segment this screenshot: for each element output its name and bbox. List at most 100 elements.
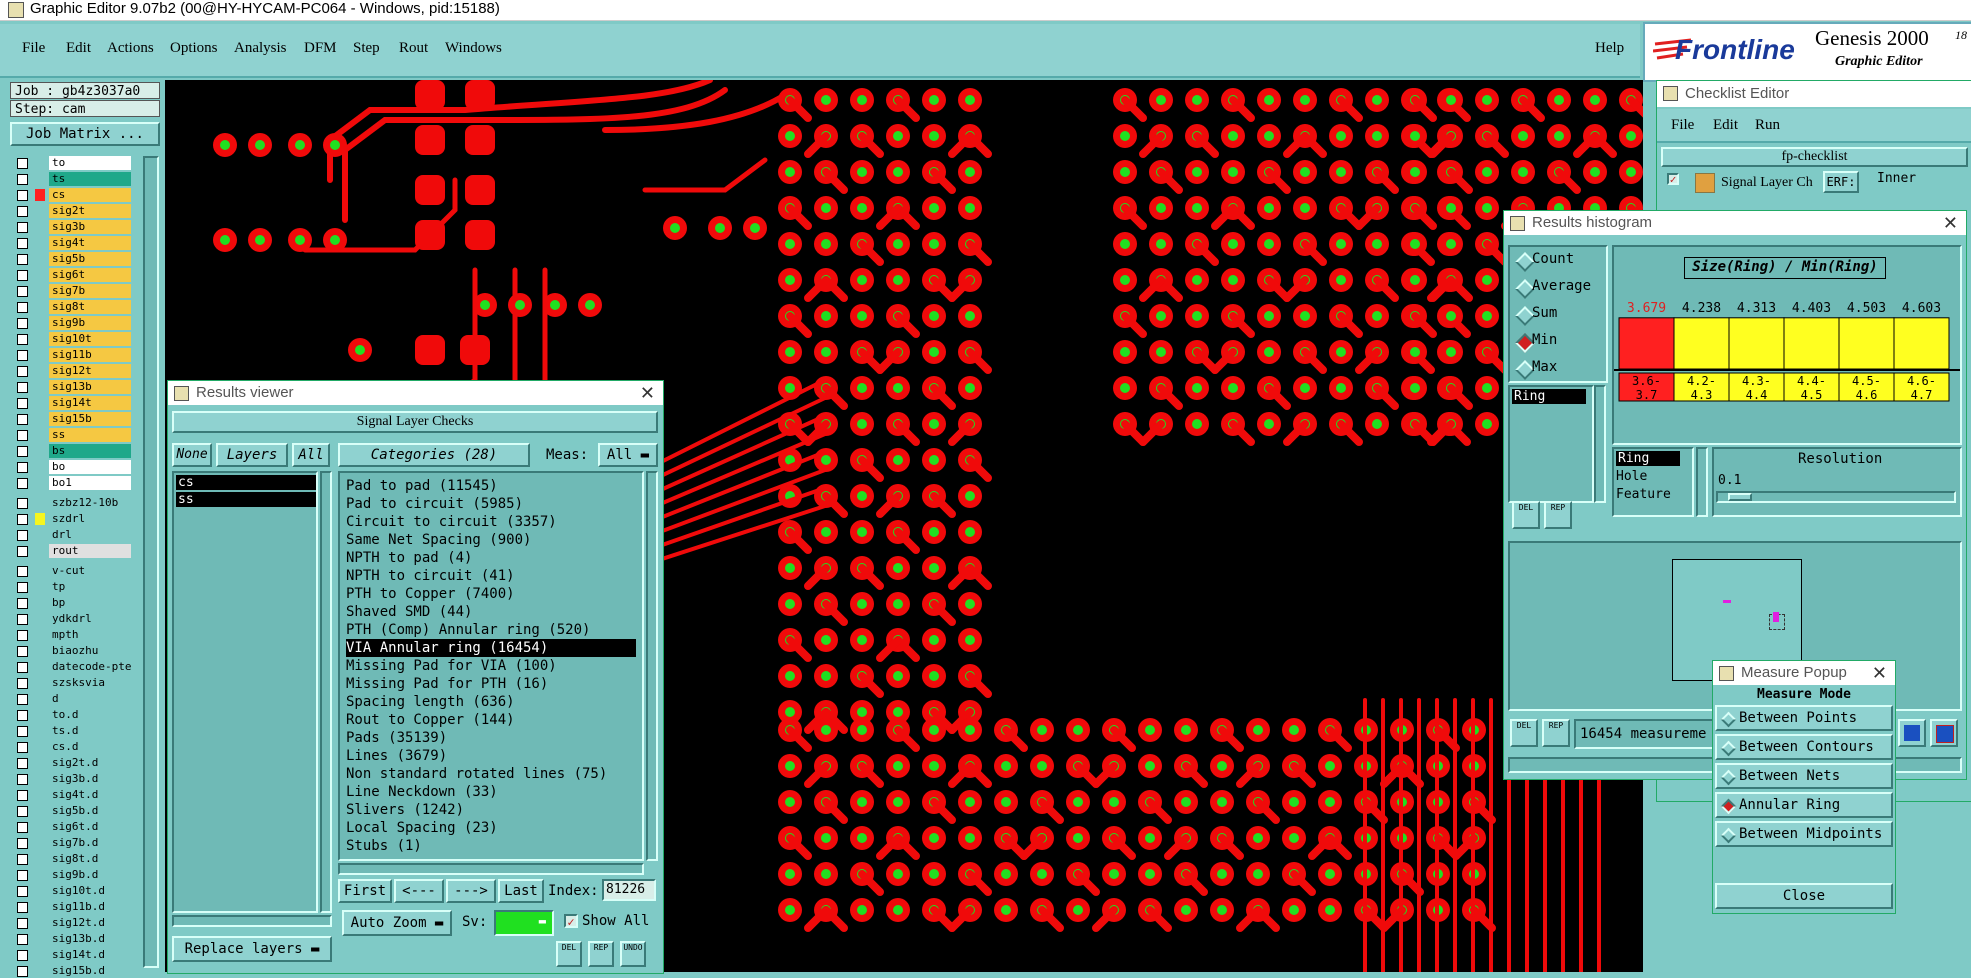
- layer-name[interactable]: ss: [49, 428, 131, 442]
- layer-name[interactable]: to.d: [49, 708, 131, 722]
- resolution-slider[interactable]: [1716, 491, 1956, 503]
- all-button[interactable]: All: [292, 443, 330, 467]
- category-item[interactable]: Slivers (1242): [346, 801, 464, 819]
- layer-checkbox[interactable]: [17, 598, 28, 609]
- replace-layers-dropdown[interactable]: Replace layers ▬: [172, 936, 332, 962]
- layer-name[interactable]: sig15b: [49, 412, 131, 426]
- layer-row[interactable]: bs: [12, 444, 131, 458]
- del-button[interactable]: DEL: [556, 941, 582, 967]
- layer-row[interactable]: sig4t: [12, 236, 131, 250]
- layer-name[interactable]: d: [49, 692, 131, 706]
- category-item[interactable]: Missing Pad for PTH (16): [346, 675, 548, 693]
- category-item[interactable]: Stubs (1): [346, 837, 422, 855]
- layer-checkbox[interactable]: [17, 222, 28, 233]
- layer-row[interactable]: d: [12, 692, 131, 706]
- layer-row[interactable]: sig3b.d: [12, 772, 131, 786]
- layer-name[interactable]: sig6t: [49, 268, 131, 282]
- layer-checkbox[interactable]: [17, 302, 28, 313]
- rep-button[interactable]: REP: [1544, 501, 1572, 529]
- layer-checkbox[interactable]: [17, 430, 28, 441]
- layer-checkbox[interactable]: [17, 286, 28, 297]
- layer-name[interactable]: sig5b: [49, 252, 131, 266]
- layer-row[interactable]: sig12t: [12, 364, 131, 378]
- menu-dfm[interactable]: DFM: [304, 40, 337, 57]
- layer-checkbox[interactable]: [17, 206, 28, 217]
- checklist-row-checkbox[interactable]: ✓: [1667, 173, 1679, 185]
- layer-row[interactable]: sig8t.d: [12, 852, 131, 866]
- layer-scrollbar[interactable]: [143, 156, 159, 968]
- menu-rout[interactable]: Rout: [399, 40, 428, 57]
- list-item[interactable]: cs: [176, 475, 316, 490]
- layer-name[interactable]: v-cut: [49, 564, 131, 578]
- categories-button[interactable]: Categories (28): [338, 443, 530, 467]
- layer-checkbox[interactable]: [17, 398, 28, 409]
- layer-row[interactable]: biaozhu: [12, 644, 131, 658]
- layer-checkbox[interactable]: [17, 886, 28, 897]
- layer-name[interactable]: mpth: [49, 628, 131, 642]
- layer-name[interactable]: sig9b.d: [49, 868, 131, 882]
- layer-name[interactable]: rout: [49, 544, 131, 558]
- category-item[interactable]: Pads (35139): [346, 729, 447, 747]
- layer-checkbox[interactable]: [17, 678, 28, 689]
- layer-name[interactable]: sig7b: [49, 284, 131, 298]
- layer-row[interactable]: sig10t.d: [12, 884, 131, 898]
- layer-name[interactable]: sig12t.d: [49, 916, 131, 930]
- layer-checkbox[interactable]: [17, 822, 28, 833]
- layer-row[interactable]: v-cut: [12, 564, 131, 578]
- layer-row[interactable]: sig15b.d: [12, 964, 131, 978]
- attribute-list-2[interactable]: Ring Hole Feature: [1612, 447, 1694, 517]
- layer-row[interactable]: sig3b: [12, 220, 131, 234]
- histogram-bar[interactable]: [1728, 317, 1785, 370]
- layer-row[interactable]: sig10t: [12, 332, 131, 346]
- layer-name[interactable]: ts.d: [49, 724, 131, 738]
- job-matrix-button[interactable]: Job Matrix ...: [10, 122, 160, 146]
- layer-name[interactable]: drl: [49, 528, 131, 542]
- list-item[interactable]: Feature: [1616, 487, 1671, 502]
- histogram-bar[interactable]: [1673, 317, 1730, 370]
- layer-row[interactable]: sig9b.d: [12, 868, 131, 882]
- layer-name[interactable]: bo: [49, 460, 131, 474]
- layer-row[interactable]: to: [12, 156, 131, 170]
- layer-row[interactable]: sig7b.d: [12, 836, 131, 850]
- layer-name[interactable]: to: [49, 156, 131, 170]
- measure-mode-radio[interactable]: [1720, 740, 1737, 757]
- layer-checkbox[interactable]: [17, 514, 28, 525]
- layer-name[interactable]: biaozhu: [49, 644, 131, 658]
- layer-checkbox[interactable]: [17, 414, 28, 425]
- layer-row[interactable]: sig7b: [12, 284, 131, 298]
- histogram-hscroll[interactable]: [1614, 425, 1960, 435]
- attribute-list[interactable]: Ring: [1508, 385, 1594, 503]
- histogram-bar[interactable]: [1618, 317, 1675, 370]
- del-button-2[interactable]: DEL: [1510, 719, 1538, 747]
- layer-checkbox[interactable]: [17, 646, 28, 657]
- histogram-bar[interactable]: [1893, 317, 1950, 370]
- layers-button[interactable]: Layers: [216, 443, 288, 467]
- layer-row[interactable]: szsksvia: [12, 676, 131, 690]
- rep-button[interactable]: REP: [588, 941, 614, 967]
- layer-checkbox[interactable]: [17, 918, 28, 929]
- prev-button[interactable]: <---: [394, 879, 444, 903]
- layer-checkbox[interactable]: [17, 462, 28, 473]
- measure-mode-radio[interactable]: [1720, 711, 1737, 728]
- measure-mode-radio[interactable]: [1720, 769, 1737, 786]
- menu-actions[interactable]: Actions: [107, 40, 154, 57]
- close-icon[interactable]: ✕: [640, 381, 655, 405]
- layer-name[interactable]: bo1: [49, 476, 131, 490]
- sv-color-dropdown[interactable]: ▬: [494, 910, 554, 936]
- show-all-checkbox[interactable]: ✓: [564, 914, 578, 928]
- measure-mode-option[interactable]: Between Points: [1715, 705, 1893, 731]
- attribute-scrollbar[interactable]: [1594, 385, 1606, 503]
- layer-name[interactable]: sig12t: [49, 364, 131, 378]
- layer-row[interactable]: sig5b: [12, 252, 131, 266]
- histogram-bar[interactable]: [1783, 317, 1840, 370]
- layer-row[interactable]: sig15b: [12, 412, 131, 426]
- layer-row[interactable]: sig11b.d: [12, 900, 131, 914]
- auto-zoom-dropdown[interactable]: Auto Zoom ▬: [342, 910, 452, 936]
- layer-checkbox[interactable]: [17, 854, 28, 865]
- layer-name[interactable]: sig8t.d: [49, 852, 131, 866]
- layer-name[interactable]: bs: [49, 444, 131, 458]
- layer-checkbox[interactable]: [17, 546, 28, 557]
- layer-name[interactable]: sig13b: [49, 380, 131, 394]
- measure-mode-radio[interactable]: [1720, 798, 1737, 815]
- layer-row[interactable]: cs.d: [12, 740, 131, 754]
